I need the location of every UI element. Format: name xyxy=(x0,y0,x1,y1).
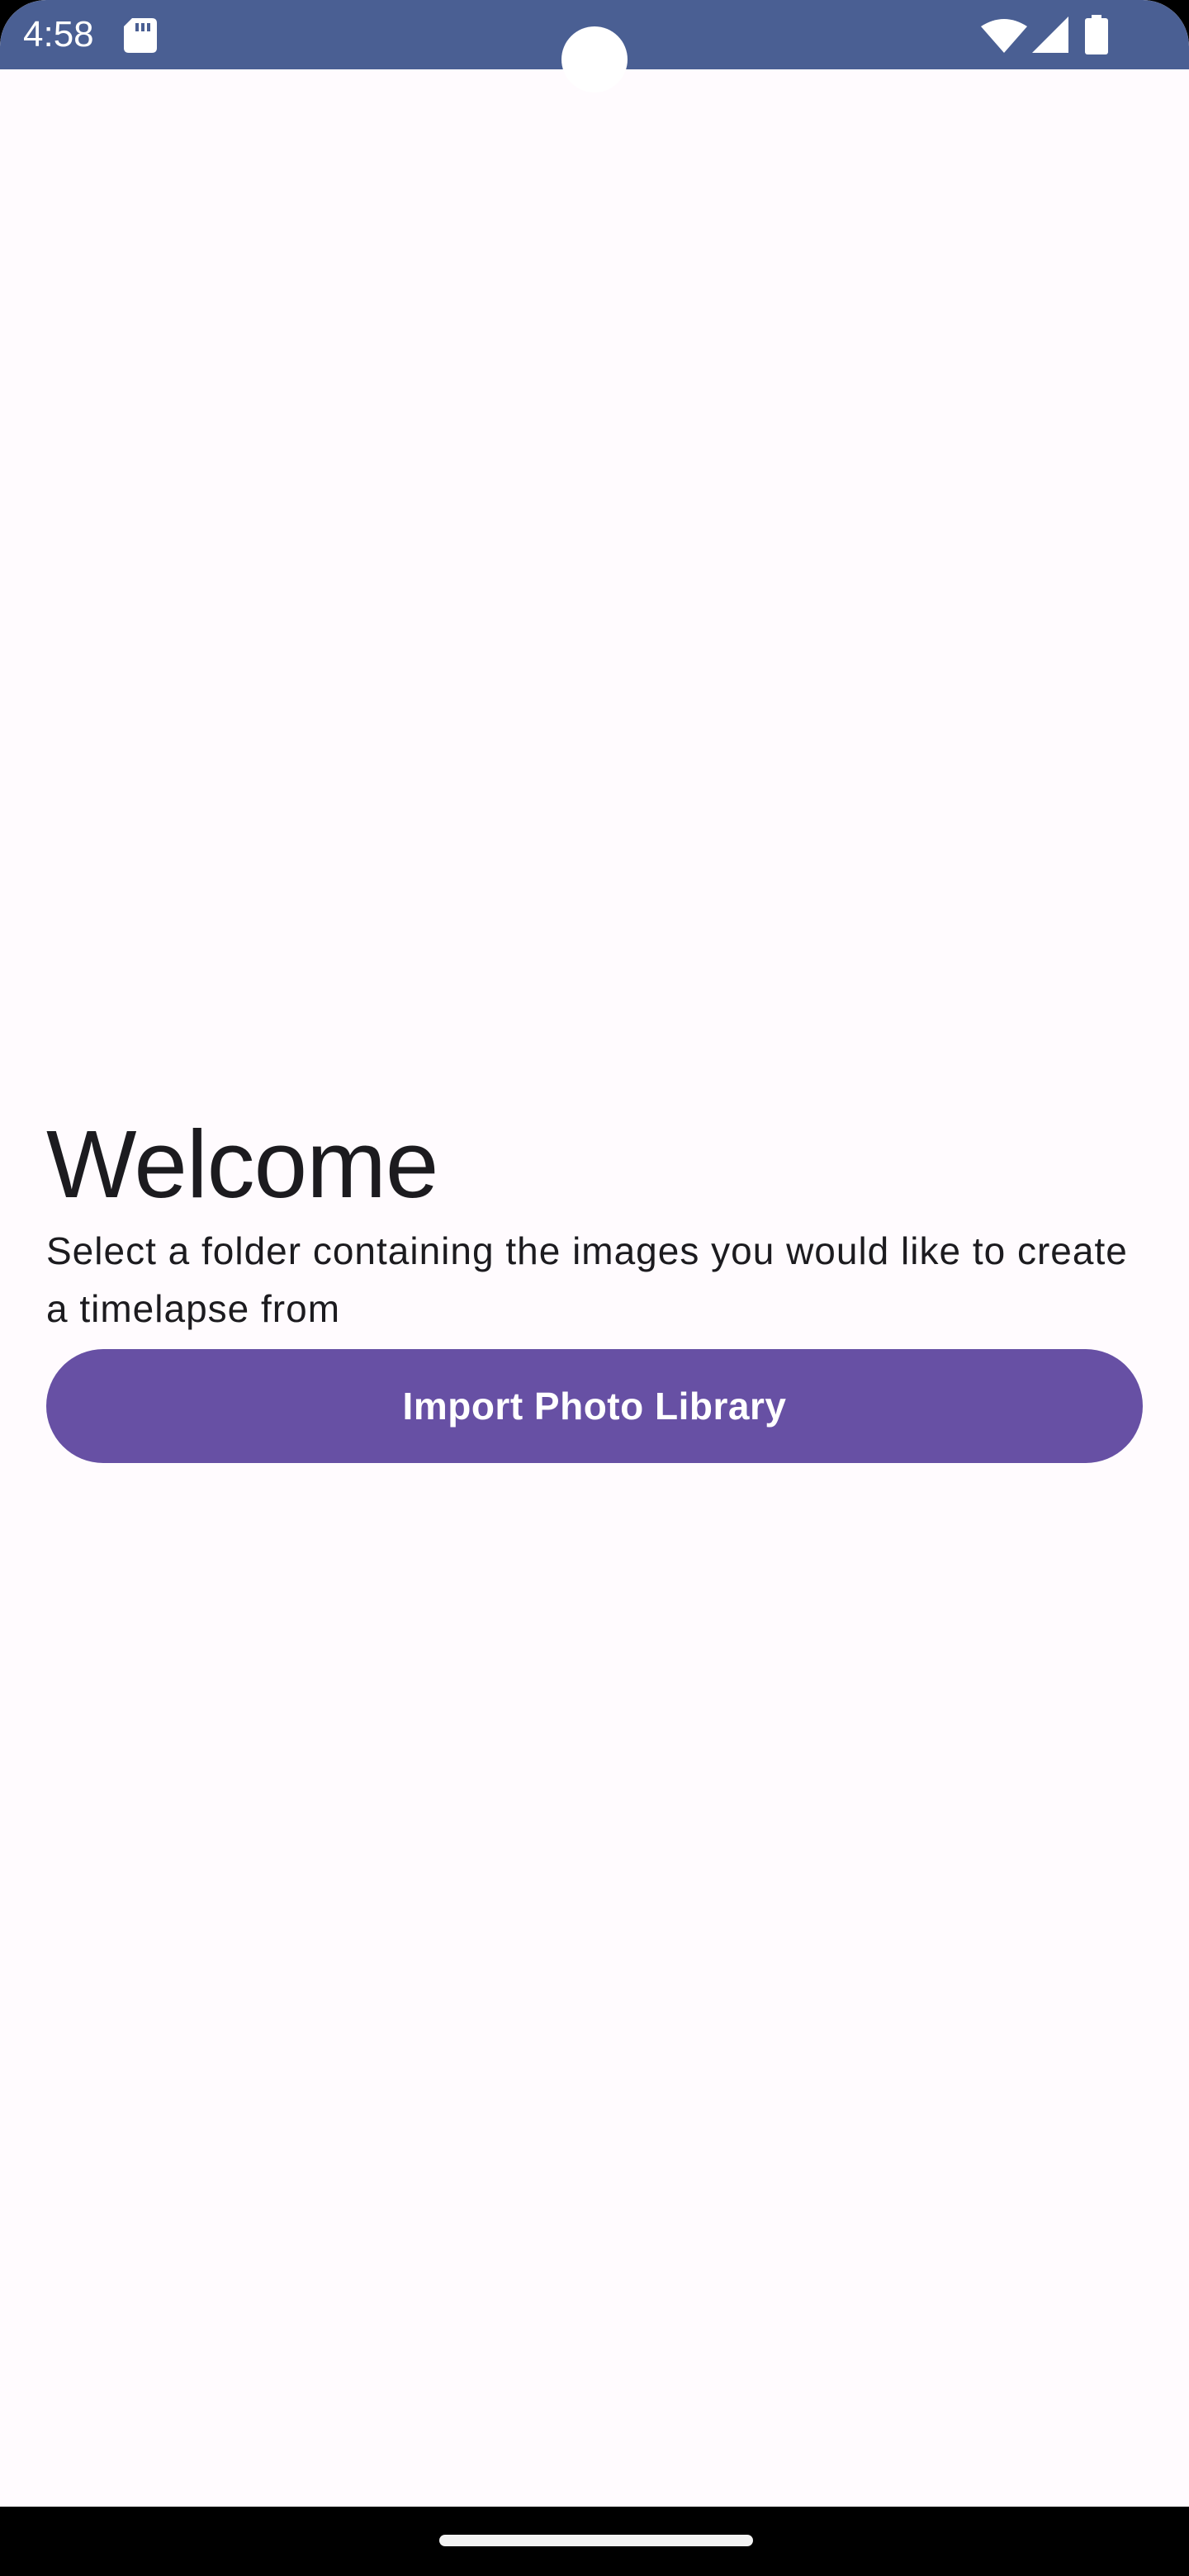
app-screen: 4:58 Welcome Select a folder containing … xyxy=(0,0,1189,2576)
sd-card-icon xyxy=(124,18,157,53)
status-bar: 4:58 xyxy=(0,0,1189,92)
welcome-description: Select a folder containing the images yo… xyxy=(46,1229,1128,1330)
home-handle[interactable] xyxy=(439,2535,753,2546)
camera-cutout xyxy=(561,26,628,92)
welcome-section: Welcome Select a folder containing the i… xyxy=(46,1106,1143,1338)
page-title: Welcome xyxy=(46,1110,438,1218)
battery-icon xyxy=(1085,15,1108,54)
import-photo-library-button[interactable]: Import Photo Library xyxy=(46,1349,1143,1463)
wifi-icon xyxy=(981,19,1027,53)
signal-icon xyxy=(1032,17,1068,53)
status-time: 4:58 xyxy=(23,14,94,54)
